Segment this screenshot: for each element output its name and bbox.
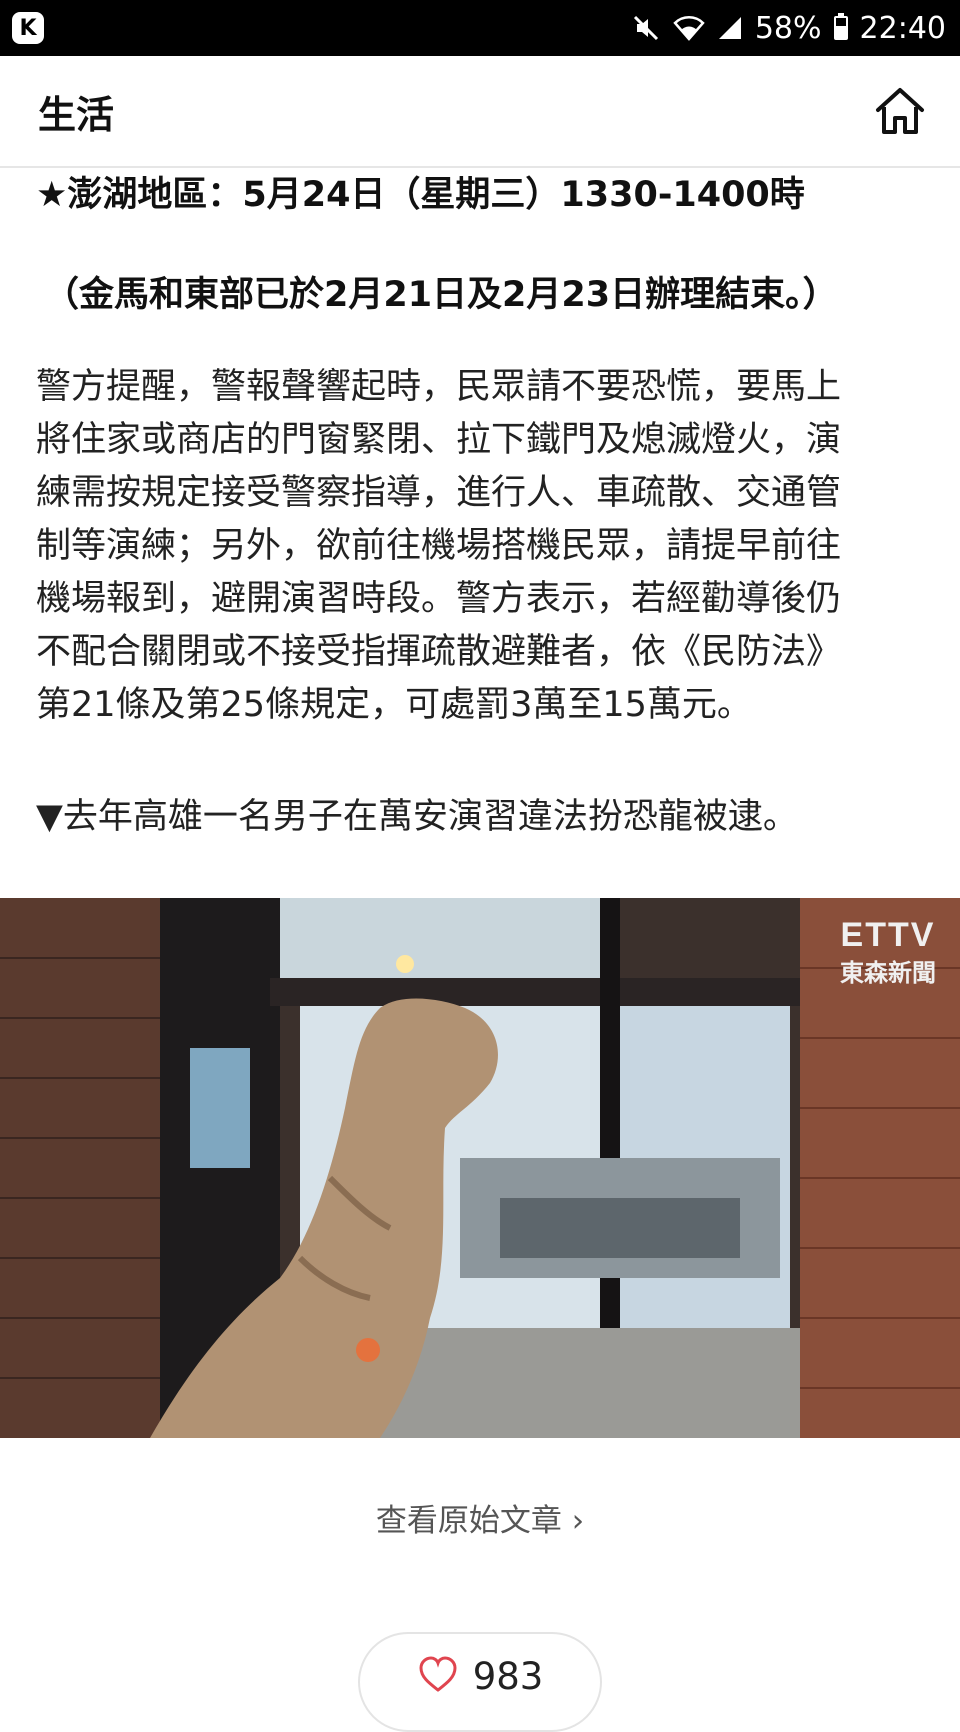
like-button[interactable]: 983	[358, 1632, 602, 1732]
signal-icon	[717, 15, 743, 41]
status-bar: K 58% 22:40	[0, 0, 960, 56]
channel-watermark: ETTV 東森新聞	[840, 916, 936, 988]
battery-percent: 58%	[754, 10, 822, 46]
news-photo[interactable]: ETTV 東森新聞	[0, 898, 960, 1438]
photo-caption: ▼去年高雄一名男子在萬安演習違法扮恐龍被逮。	[36, 797, 798, 837]
paragraph-line: 將住家或商店的門窗緊閉、拉下鐵門及熄滅燈火，演	[36, 420, 842, 460]
schedule-line: ★澎湖地區：5月24日（星期三）1330-1400時	[36, 175, 805, 215]
paragraph-line: 不配合關閉或不接受指揮疏散避難者，依《民防法》	[36, 632, 842, 672]
app-badge-icon: K	[12, 12, 44, 44]
paragraph-line: 練需按規定接受警察指導，進行人、車疏散、交通管	[36, 473, 842, 513]
photo-scene	[0, 898, 960, 1438]
app-badge-letter: K	[19, 15, 37, 41]
view-original-label: 查看原始文章	[375, 1503, 562, 1539]
article-paragraph: 警方提醒，警報聲響起時，民眾請不要恐慌，要馬上 將住家或商店的門窗緊閉、拉下鐵門…	[36, 361, 926, 732]
home-icon	[876, 88, 924, 134]
watermark-brand: ETTV	[840, 916, 936, 954]
section-title: 生活	[38, 92, 115, 137]
chevron-right-icon: ›	[571, 1503, 585, 1539]
watermark-sub: 東森新聞	[840, 960, 936, 987]
battery-icon	[833, 13, 848, 40]
clock: 22:40	[859, 10, 946, 46]
wifi-icon	[673, 13, 705, 43]
note-line: （金馬和東部已於2月21日及2月23日辦理結束。）	[44, 275, 838, 315]
paragraph-line: 第21條及第25條規定，可處罰3萬至15萬元。	[36, 685, 752, 725]
paragraph-line: 機場報到，避開演習時段。警方表示，若經勸導後仍	[36, 579, 842, 619]
mute-icon	[631, 13, 661, 43]
paragraph-line: 制等演練；另外，欲前往機場搭機民眾，請提早前往	[36, 526, 842, 566]
like-count: 983	[472, 1655, 544, 1698]
home-button[interactable]	[870, 81, 930, 141]
paragraph-line: 警方提醒，警報聲響起時，民眾請不要恐慌，要馬上	[36, 367, 842, 407]
view-original-link[interactable]: 查看原始文章 ›	[0, 1495, 960, 1540]
app-header: 生活	[0, 56, 960, 168]
heart-icon	[419, 1656, 457, 1692]
status-indicators: 58% 22:40	[631, 11, 946, 46]
